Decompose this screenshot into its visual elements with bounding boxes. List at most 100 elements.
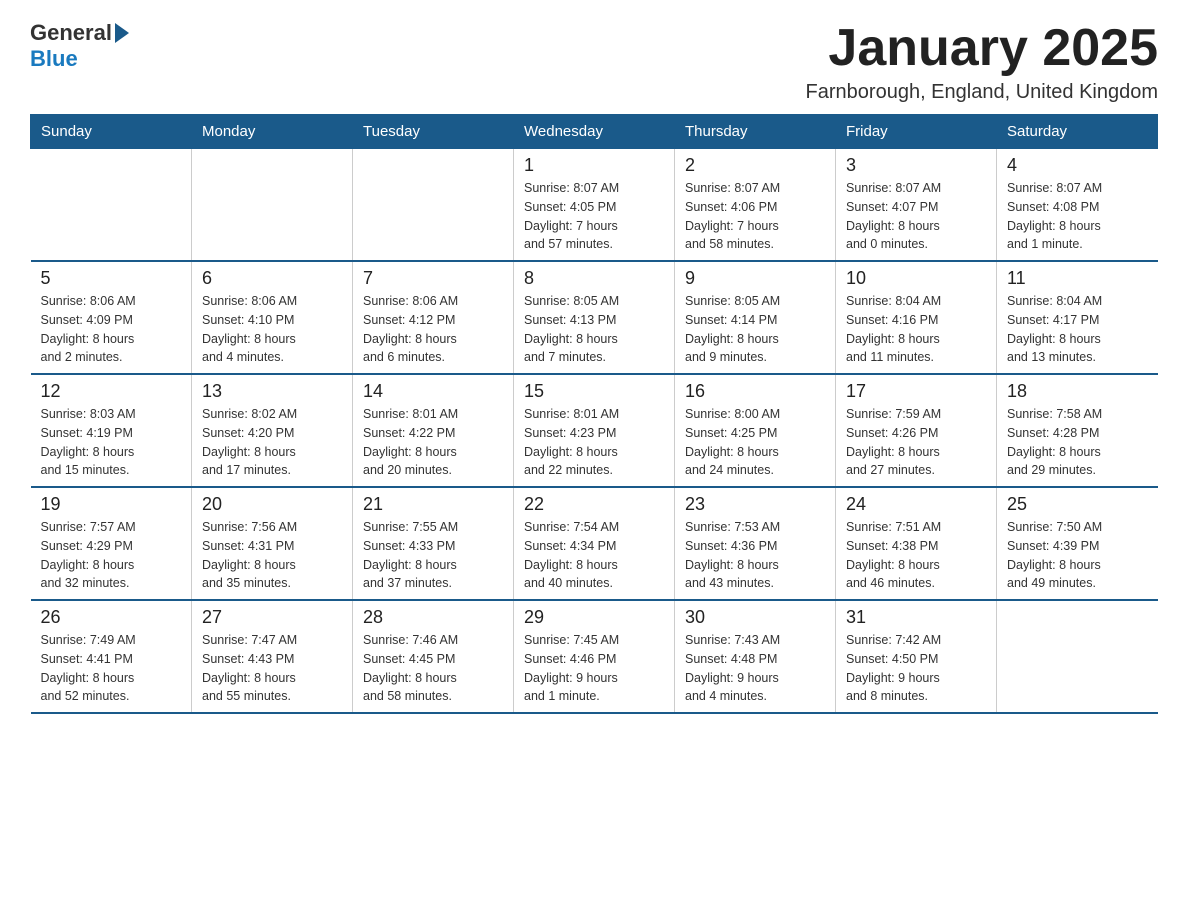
day-number: 7 [363,268,503,289]
header-thursday: Thursday [675,115,836,149]
day-number: 31 [846,607,986,628]
day-number: 5 [41,268,182,289]
day-info: Sunrise: 7:55 AM Sunset: 4:33 PM Dayligh… [363,518,503,593]
day-info: Sunrise: 8:04 AM Sunset: 4:16 PM Dayligh… [846,292,986,367]
day-info: Sunrise: 7:59 AM Sunset: 4:26 PM Dayligh… [846,405,986,480]
day-number: 23 [685,494,825,515]
day-info: Sunrise: 7:49 AM Sunset: 4:41 PM Dayligh… [41,631,182,706]
week-row-1: 1Sunrise: 8:07 AM Sunset: 4:05 PM Daylig… [31,149,1158,262]
day-number: 15 [524,381,664,402]
day-info: Sunrise: 7:53 AM Sunset: 4:36 PM Dayligh… [685,518,825,593]
day-cell: 5 Sunrise: 8:06 AM Sunset: 4:09 PM Daylig… [31,261,192,374]
day-number: 20 [202,494,342,515]
day-info: Sunrise: 7:43 AM Sunset: 4:48 PM Dayligh… [685,631,825,706]
day-info: Sunrise: 7:47 AM Sunset: 4:43 PM Dayligh… [202,631,342,706]
week-row-5: 26 Sunrise: 7:49 AM Sunset: 4:41 PM Dayli… [31,600,1158,713]
day-cell: 19 Sunrise: 7:57 AM Sunset: 4:29 PM Dayli… [31,487,192,600]
calendar-body: 1Sunrise: 8:07 AM Sunset: 4:05 PM Daylig… [31,149,1158,714]
day-number: 19 [41,494,182,515]
day-info: Sunrise: 8:06 AM Sunset: 4:12 PM Dayligh… [363,292,503,367]
day-number: 14 [363,381,503,402]
day-number: 6 [202,268,342,289]
day-info: Sunrise: 8:07 AM Sunset: 4:08 PM Dayligh… [1007,179,1148,254]
day-number: 22 [524,494,664,515]
day-number: 11 [1007,268,1148,289]
day-cell: 28 Sunrise: 7:46 AM Sunset: 4:45 PM Dayli… [353,600,514,713]
day-info: Sunrise: 8:01 AM Sunset: 4:22 PM Dayligh… [363,405,503,480]
page-title: January 2025 [806,20,1158,77]
day-info: Sunrise: 7:42 AM Sunset: 4:50 PM Dayligh… [846,631,986,706]
header-row: SundayMondayTuesdayWednesdayThursdayFrid… [31,115,1158,149]
day-number: 26 [41,607,182,628]
day-cell: 4 Sunrise: 8:07 AM Sunset: 4:08 PM Daylig… [997,149,1158,262]
day-info: Sunrise: 8:02 AM Sunset: 4:20 PM Dayligh… [202,405,342,480]
day-number: 21 [363,494,503,515]
day-number: 25 [1007,494,1148,515]
logo-general-text: General [30,20,112,46]
day-number: 27 [202,607,342,628]
day-info: Sunrise: 8:07 AM Sunset: 4:06 PM Dayligh… [685,179,825,254]
day-info: Sunrise: 7:54 AM Sunset: 4:34 PM Dayligh… [524,518,664,593]
day-info: Sunrise: 8:01 AM Sunset: 4:23 PM Dayligh… [524,405,664,480]
header-wednesday: Wednesday [514,115,675,149]
day-cell: 29Sunrise: 7:45 AM Sunset: 4:46 PM Dayli… [514,600,675,713]
day-cell: 20 Sunrise: 7:56 AM Sunset: 4:31 PM Dayli… [192,487,353,600]
day-number: 30 [685,607,825,628]
day-cell: 12 Sunrise: 8:03 AM Sunset: 4:19 PM Dayli… [31,374,192,487]
day-cell [353,149,514,262]
day-cell [31,149,192,262]
day-number: 17 [846,381,986,402]
day-cell: 18Sunrise: 7:58 AM Sunset: 4:28 PM Dayli… [997,374,1158,487]
day-cell: 31 Sunrise: 7:42 AM Sunset: 4:50 PM Dayli… [836,600,997,713]
day-cell: 11 Sunrise: 8:04 AM Sunset: 4:17 PM Dayli… [997,261,1158,374]
day-number: 3 [846,155,986,176]
day-info: Sunrise: 8:06 AM Sunset: 4:09 PM Dayligh… [41,292,182,367]
day-cell: 15 Sunrise: 8:01 AM Sunset: 4:23 PM Dayli… [514,374,675,487]
day-number: 13 [202,381,342,402]
day-cell: 9 Sunrise: 8:05 AM Sunset: 4:14 PM Daylig… [675,261,836,374]
title-area: January 2025 Farnborough, England, Unite… [806,20,1158,104]
day-cell: 17 Sunrise: 7:59 AM Sunset: 4:26 PM Dayli… [836,374,997,487]
day-cell: 30 Sunrise: 7:43 AM Sunset: 4:48 PM Dayli… [675,600,836,713]
day-number: 24 [846,494,986,515]
day-number: 4 [1007,155,1148,176]
day-number: 8 [524,268,664,289]
day-info: Sunrise: 8:00 AM Sunset: 4:25 PM Dayligh… [685,405,825,480]
header: General Blue January 2025 Farnborough, E… [30,20,1158,104]
day-number: 28 [363,607,503,628]
day-cell: 10 Sunrise: 8:04 AM Sunset: 4:16 PM Dayli… [836,261,997,374]
day-number: 29 [524,607,664,628]
day-info: Sunrise: 8:04 AM Sunset: 4:17 PM Dayligh… [1007,292,1148,367]
day-info: Sunrise: 7:46 AM Sunset: 4:45 PM Dayligh… [363,631,503,706]
day-cell: 2 Sunrise: 8:07 AM Sunset: 4:06 PM Daylig… [675,149,836,262]
day-cell: 7 Sunrise: 8:06 AM Sunset: 4:12 PM Daylig… [353,261,514,374]
day-cell: 14 Sunrise: 8:01 AM Sunset: 4:22 PM Dayli… [353,374,514,487]
day-cell [997,600,1158,713]
day-cell: 27 Sunrise: 7:47 AM Sunset: 4:43 PM Dayli… [192,600,353,713]
week-row-2: 5 Sunrise: 8:06 AM Sunset: 4:09 PM Daylig… [31,261,1158,374]
week-row-4: 19 Sunrise: 7:57 AM Sunset: 4:29 PM Dayli… [31,487,1158,600]
calendar-header: SundayMondayTuesdayWednesdayThursdayFrid… [31,115,1158,149]
day-cell: 6 Sunrise: 8:06 AM Sunset: 4:10 PM Daylig… [192,261,353,374]
day-cell: 13 Sunrise: 8:02 AM Sunset: 4:20 PM Dayli… [192,374,353,487]
header-tuesday: Tuesday [353,115,514,149]
day-info: Sunrise: 7:56 AM Sunset: 4:31 PM Dayligh… [202,518,342,593]
day-cell: 8Sunrise: 8:05 AM Sunset: 4:13 PM Daylig… [514,261,675,374]
day-info: Sunrise: 8:05 AM Sunset: 4:14 PM Dayligh… [685,292,825,367]
day-number: 18 [1007,381,1148,402]
day-info: Sunrise: 7:50 AM Sunset: 4:39 PM Dayligh… [1007,518,1148,593]
day-number: 10 [846,268,986,289]
day-cell: 22 Sunrise: 7:54 AM Sunset: 4:34 PM Dayli… [514,487,675,600]
day-info: Sunrise: 7:57 AM Sunset: 4:29 PM Dayligh… [41,518,182,593]
day-number: 2 [685,155,825,176]
header-friday: Friday [836,115,997,149]
subtitle: Farnborough, England, United Kingdom [806,81,1158,104]
day-info: Sunrise: 8:06 AM Sunset: 4:10 PM Dayligh… [202,292,342,367]
day-cell: 25 Sunrise: 7:50 AM Sunset: 4:39 PM Dayli… [997,487,1158,600]
day-number: 9 [685,268,825,289]
header-monday: Monday [192,115,353,149]
header-saturday: Saturday [997,115,1158,149]
day-number: 12 [41,381,182,402]
day-info: Sunrise: 7:51 AM Sunset: 4:38 PM Dayligh… [846,518,986,593]
day-info: Sunrise: 8:03 AM Sunset: 4:19 PM Dayligh… [41,405,182,480]
